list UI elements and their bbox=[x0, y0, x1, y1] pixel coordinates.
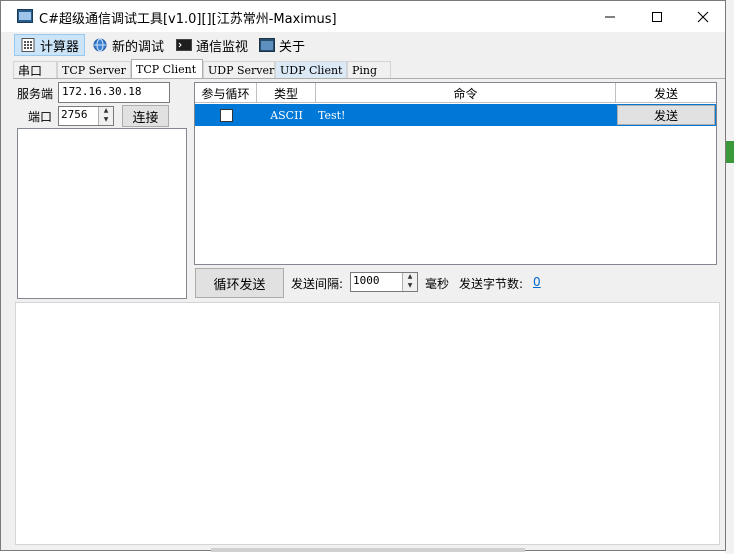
tab-ping[interactable]: Ping bbox=[347, 61, 391, 79]
header-send[interactable]: 发送 bbox=[616, 83, 716, 103]
row-send-button[interactable]: 发送 bbox=[617, 105, 715, 125]
stepper-up-icon[interactable]: ▲ bbox=[403, 273, 417, 282]
window-title: C#超级通信调试工具[v1.0][][江苏常州-Maximus] bbox=[39, 12, 337, 27]
connect-button[interactable]: 连接 bbox=[122, 105, 169, 127]
grid-row[interactable]: ASCII Test! 发送 bbox=[195, 104, 716, 126]
type-cell[interactable]: ASCII bbox=[257, 104, 316, 126]
received-list[interactable] bbox=[17, 128, 187, 299]
tab-tcp-client-label: TCP Client bbox=[136, 63, 197, 76]
stepper-up-icon[interactable]: ▲ bbox=[99, 107, 113, 116]
stepper-down-icon[interactable]: ▼ bbox=[99, 116, 113, 125]
port-label: 端口 bbox=[28, 110, 53, 124]
horizontal-scrollbar[interactable] bbox=[211, 548, 525, 552]
loop-send-button[interactable]: 循环发送 bbox=[195, 268, 284, 298]
output-textbox[interactable] bbox=[15, 302, 720, 545]
port-value: 2756 bbox=[61, 108, 88, 121]
tab-udp-client-label: UDP Client bbox=[280, 64, 343, 77]
command-grid[interactable]: 参与循环 类型 命令 发送 ASCII Test! 发送 bbox=[194, 82, 717, 265]
info-window-icon bbox=[259, 38, 275, 52]
grid-header: 参与循环 类型 命令 发送 bbox=[195, 83, 716, 103]
maximize-button[interactable] bbox=[634, 1, 680, 32]
header-loop[interactable]: 参与循环 bbox=[195, 83, 257, 103]
loop-checkbox[interactable] bbox=[219, 108, 233, 122]
menu-new-debug[interactable]: 新的调试 bbox=[87, 34, 169, 56]
port-stepper[interactable]: 2756 ▲ ▼ bbox=[58, 106, 114, 126]
stepper-down-icon[interactable]: ▼ bbox=[403, 282, 417, 291]
interval-value: 1000 bbox=[353, 274, 380, 287]
tab-udp-client[interactable]: UDP Client bbox=[275, 61, 347, 79]
terminal-icon bbox=[176, 38, 192, 52]
background-window-edge bbox=[725, 0, 734, 554]
close-button[interactable] bbox=[680, 1, 726, 32]
interval-label: 发送间隔: bbox=[291, 277, 344, 291]
title-bar[interactable]: C#超级通信调试工具[v1.0][][江苏常州-Maximus] bbox=[1, 1, 725, 32]
tab-udp-server[interactable]: UDP Server bbox=[203, 61, 275, 79]
server-label: 服务端 bbox=[17, 87, 54, 101]
tab-tcp-server-label: TCP Server bbox=[62, 64, 126, 77]
menu-bar: 计算器 新的调试 通信监视 关于 bbox=[1, 32, 725, 58]
app-icon bbox=[17, 9, 33, 23]
tab-tcp-client[interactable]: TCP Client bbox=[131, 59, 203, 79]
main-window: C#超级通信调试工具[v1.0][][江苏常州-Maximus] 计算器 新的调… bbox=[0, 0, 726, 552]
tab-serial[interactable]: 串口 bbox=[13, 61, 57, 79]
header-type[interactable]: 类型 bbox=[257, 83, 316, 103]
interval-stepper[interactable]: 1000 ▲ ▼ bbox=[350, 272, 418, 292]
interval-stepper-arrows[interactable]: ▲ ▼ bbox=[402, 273, 417, 291]
bytes-count-link[interactable]: 0 bbox=[533, 275, 541, 289]
tab-strip: 串口 TCP Server TCP Client UDP Server UDP … bbox=[13, 59, 393, 79]
tab-ping-label: Ping bbox=[352, 64, 378, 77]
globe-icon bbox=[92, 38, 108, 52]
menu-monitor-label: 通信监视 bbox=[196, 39, 249, 55]
menu-new-debug-label: 新的调试 bbox=[112, 39, 165, 55]
tab-serial-label: 串口 bbox=[18, 64, 43, 78]
calculator-icon bbox=[20, 38, 36, 52]
menu-monitor[interactable]: 通信监视 bbox=[171, 34, 253, 56]
command-cell[interactable]: Test! bbox=[318, 104, 614, 126]
menu-about[interactable]: 关于 bbox=[254, 34, 310, 56]
tab-udp-server-label: UDP Server bbox=[208, 64, 275, 77]
menu-calculator[interactable]: 计算器 bbox=[14, 34, 86, 56]
menu-calculator-label: 计算器 bbox=[40, 39, 80, 55]
loop-cell bbox=[195, 104, 257, 126]
tab-tcp-server[interactable]: TCP Server bbox=[57, 61, 131, 79]
background-green-strip bbox=[725, 141, 734, 163]
header-command[interactable]: 命令 bbox=[316, 83, 616, 103]
server-input[interactable]: 172.16.30.18 bbox=[58, 82, 170, 103]
bytes-label: 发送字节数: bbox=[459, 277, 524, 291]
menu-about-label: 关于 bbox=[279, 39, 306, 55]
minimize-button[interactable] bbox=[587, 1, 633, 32]
interval-unit: 毫秒 bbox=[425, 277, 450, 291]
port-stepper-arrows[interactable]: ▲ ▼ bbox=[98, 107, 113, 125]
